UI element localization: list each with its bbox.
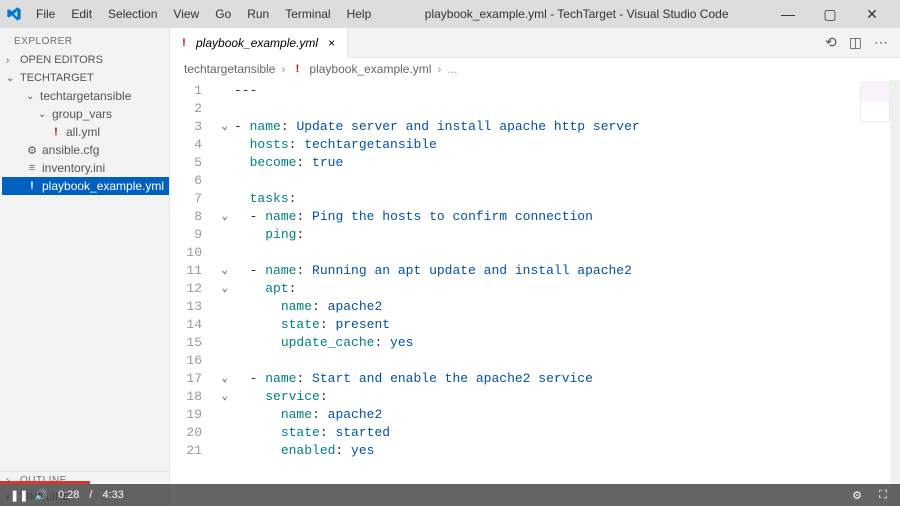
yaml-file-icon: !: [178, 37, 190, 49]
code-editor[interactable]: 123456789101112131415161718192021 ⌄⌄⌄⌄⌄⌄…: [170, 80, 900, 506]
file-label: all.yml: [66, 125, 100, 139]
settings-icon[interactable]: ⚙: [850, 489, 864, 502]
vertical-scrollbar[interactable]: [890, 80, 900, 506]
open-editors-section[interactable]: › OPEN EDITORS: [0, 51, 169, 69]
breadcrumb-part[interactable]: playbook_example.yml: [309, 62, 431, 76]
code-line[interactable]: [234, 352, 900, 370]
code-line[interactable]: hosts: techtargetansible: [234, 136, 900, 154]
code-line[interactable]: [234, 172, 900, 190]
code-line[interactable]: update_cache: yes: [234, 334, 900, 352]
chevron-down-icon: ⌄: [38, 109, 48, 120]
gear-icon: [26, 144, 38, 157]
code-line[interactable]: - name: Running an apt update and instal…: [234, 262, 900, 280]
maximize-icon[interactable]: ▢: [816, 6, 844, 23]
more-actions-icon[interactable]: ⋯: [874, 34, 888, 51]
code-line[interactable]: tasks:: [234, 190, 900, 208]
tree-folder[interactable]: ⌄ group_vars: [2, 105, 169, 123]
workspace-section[interactable]: ⌄ TECHTARGET: [0, 69, 169, 87]
code-line[interactable]: name: apache2: [234, 298, 900, 316]
code-line[interactable]: [234, 100, 900, 118]
menu-edit[interactable]: Edit: [63, 3, 100, 25]
window-title: playbook_example.yml - TechTarget - Visu…: [379, 7, 774, 21]
menu-file[interactable]: File: [28, 3, 63, 25]
video-player-bar: ❚❚ 🔊 0:28 / 4:33 ⚙ ⛶: [0, 484, 900, 506]
breadcrumb[interactable]: techtargetansible › ! playbook_example.y…: [170, 58, 900, 80]
code-line[interactable]: state: started: [234, 424, 900, 442]
menu-terminal[interactable]: Terminal: [277, 3, 338, 25]
gutter: 123456789101112131415161718192021 ⌄⌄⌄⌄⌄⌄: [170, 80, 228, 506]
code-line[interactable]: name: apache2: [234, 406, 900, 424]
vscode-logo-icon: [6, 6, 22, 22]
code-line[interactable]: - name: Ping the hosts to confirm connec…: [234, 208, 900, 226]
split-editor-icon[interactable]: ◫: [849, 34, 862, 51]
tab-label: playbook_example.yml: [196, 36, 318, 50]
progress-fill: [0, 481, 90, 484]
tab-actions: ⟲ ◫ ⋯: [825, 34, 900, 51]
chevron-down-icon: ⌄: [6, 73, 16, 84]
code-line[interactable]: - name: Update server and install apache…: [234, 118, 900, 136]
menubar: File Edit Selection View Go Run Terminal…: [0, 0, 900, 28]
code-line[interactable]: ---: [234, 82, 900, 100]
code-line[interactable]: become: true: [234, 154, 900, 172]
menu-selection[interactable]: Selection: [100, 3, 165, 25]
code-line[interactable]: enabled: yes: [234, 442, 900, 460]
active-tab[interactable]: ! playbook_example.yml ×: [170, 28, 348, 58]
minimap[interactable]: [860, 82, 890, 122]
open-editors-label: OPEN EDITORS: [20, 54, 103, 66]
chevron-down-icon: ⌄: [26, 91, 36, 102]
tree-file[interactable]: ansible.cfg: [2, 141, 169, 159]
progress-track[interactable]: [0, 481, 900, 484]
window-controls: — ▢ ✕: [774, 6, 896, 23]
current-time: 0:28: [58, 489, 79, 501]
volume-icon[interactable]: 🔊: [34, 489, 48, 502]
code-line[interactable]: ping:: [234, 226, 900, 244]
file-label: ansible.cfg: [42, 143, 99, 157]
menu-view[interactable]: View: [165, 3, 207, 25]
menu-help[interactable]: Help: [339, 3, 380, 25]
yaml-file-icon: !: [291, 63, 303, 75]
code-line[interactable]: apt:: [234, 280, 900, 298]
breadcrumb-more: ...: [447, 62, 457, 76]
tree-file[interactable]: ! all.yml: [2, 123, 169, 141]
editor-tabs: ! playbook_example.yml × ⟲ ◫ ⋯: [170, 28, 900, 58]
file-tree: ⌄ techtargetansible ⌄ group_vars ! all.y…: [0, 87, 169, 195]
compare-changes-icon[interactable]: ⟲: [825, 34, 837, 51]
workspace-label: TECHTARGET: [20, 72, 94, 84]
close-tab-icon[interactable]: ×: [324, 36, 339, 50]
folder-label: techtargetansible: [40, 89, 131, 103]
ini-file-icon: [26, 162, 38, 174]
close-icon[interactable]: ✕: [858, 6, 886, 23]
code-line[interactable]: [234, 244, 900, 262]
chevron-right-icon: ›: [6, 55, 16, 66]
breadcrumb-part[interactable]: techtargetansible: [184, 62, 275, 76]
tree-file-active[interactable]: ! playbook_example.yml: [2, 177, 169, 195]
menu-run[interactable]: Run: [239, 3, 277, 25]
file-label: playbook_example.yml: [42, 179, 164, 193]
breadcrumb-separator: ›: [281, 62, 285, 76]
file-label: inventory.ini: [42, 161, 105, 175]
folder-label: group_vars: [52, 107, 112, 121]
pause-icon[interactable]: ❚❚: [10, 489, 24, 502]
menu-go[interactable]: Go: [207, 3, 239, 25]
explorer-heading: EXPLORER: [0, 28, 169, 51]
code-line[interactable]: state: present: [234, 316, 900, 334]
tree-file[interactable]: inventory.ini: [2, 159, 169, 177]
total-time: 4:33: [102, 489, 123, 501]
minimize-icon[interactable]: —: [774, 6, 802, 23]
yaml-file-icon: !: [50, 126, 62, 138]
breadcrumb-separator: ›: [437, 62, 441, 76]
tree-folder[interactable]: ⌄ techtargetansible: [2, 87, 169, 105]
sidebar: EXPLORER › OPEN EDITORS ⌄ TECHTARGET ⌄ t…: [0, 28, 170, 506]
fullscreen-icon[interactable]: ⛶: [876, 489, 890, 502]
time-separator: /: [89, 489, 92, 501]
code-line[interactable]: service:: [234, 388, 900, 406]
code-line[interactable]: - name: Start and enable the apache2 ser…: [234, 370, 900, 388]
yaml-file-icon: !: [26, 180, 38, 192]
